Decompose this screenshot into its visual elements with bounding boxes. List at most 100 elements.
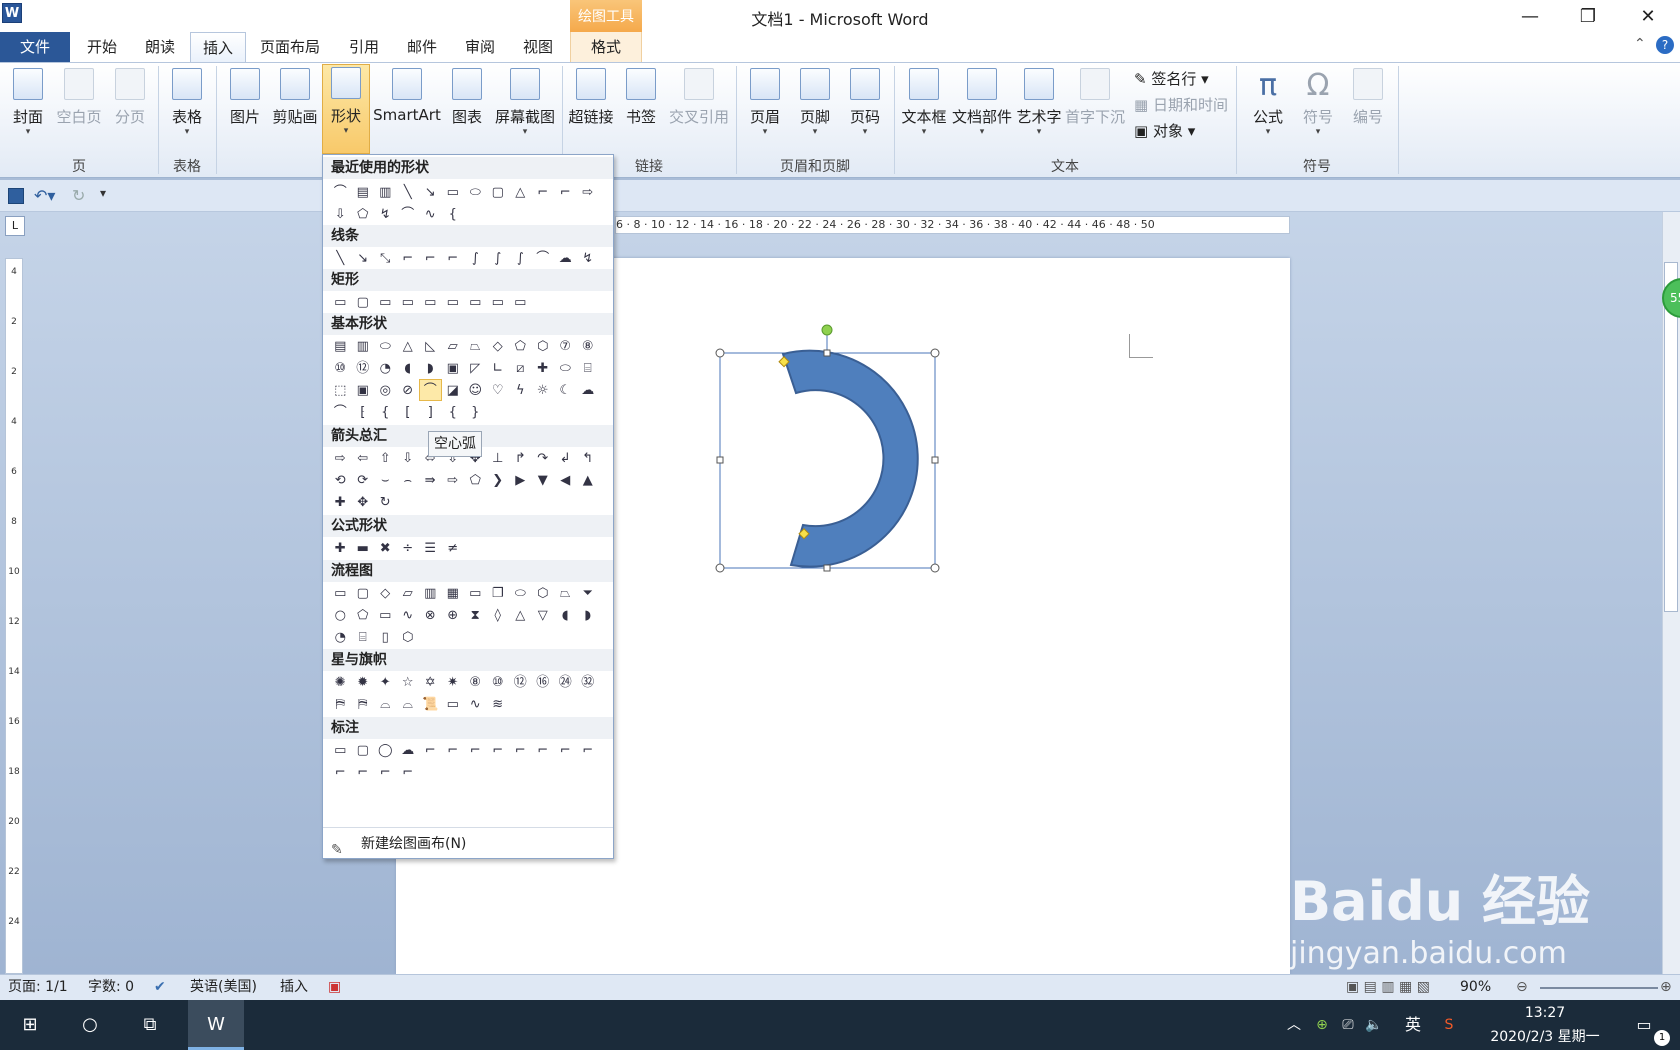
up-arrow-shape-icon[interactable]: ⇧	[374, 447, 397, 469]
left-bracket-shape-icon[interactable]: [	[397, 401, 420, 423]
right-bracket-shape-icon[interactable]: ]	[419, 401, 442, 423]
language-indicator[interactable]: 英语(美国)	[190, 975, 257, 1001]
left-right-arrow-callout-shape-icon[interactable]: ✚	[329, 491, 352, 513]
bent-up-arrow-shape-icon[interactable]: ↰	[577, 447, 600, 469]
flowchart-decision-icon[interactable]: ◇	[374, 582, 397, 604]
zoom-level[interactable]: 90%	[1460, 975, 1491, 1001]
down-arrow-callout-shape-icon[interactable]: ▼	[532, 469, 555, 491]
scribble-shape-icon[interactable]: ↯	[577, 247, 600, 269]
double-bracket-shape-icon[interactable]: ⁅	[352, 401, 375, 423]
curved-right-arrow-shape-icon[interactable]: ⟲	[329, 469, 352, 491]
equal-sign-shape-icon[interactable]: ☰	[419, 537, 442, 559]
vertical-scroll-shape-icon[interactable]: 📜	[419, 693, 442, 715]
flowchart-document-icon[interactable]: ▭	[464, 582, 487, 604]
left-brace-shape-icon[interactable]: {	[442, 401, 465, 423]
star6-shape-icon[interactable]: ✡	[419, 671, 442, 693]
numbering-button[interactable]: 编号	[1346, 66, 1390, 146]
division-sign-shape-icon[interactable]: ÷	[397, 537, 420, 559]
brace-shape-icon[interactable]: {	[442, 203, 465, 225]
left-up-arrow-shape-icon[interactable]: ↲	[554, 447, 577, 469]
oval-shape-icon[interactable]: ⬭	[374, 335, 397, 357]
word-taskbar-icon[interactable]: W	[188, 1000, 244, 1050]
frame-shape-icon[interactable]: ▣	[442, 357, 465, 379]
trapezoid-shape-icon[interactable]: ⏢	[464, 335, 487, 357]
l-shape-icon[interactable]: ∟	[487, 357, 510, 379]
undo-icon[interactable]: ↶▾	[34, 186, 55, 205]
round-same-side-rect-shape-icon[interactable]: ▭	[487, 291, 510, 313]
cross-reference-button[interactable]: 交叉引用	[666, 66, 732, 146]
flowchart-merge-icon[interactable]: ▽	[532, 604, 555, 626]
oval-callout-icon[interactable]: ◯	[374, 739, 397, 761]
dodecagon-shape-icon[interactable]: ⑫	[352, 357, 375, 379]
double-arrow-line-shape-icon[interactable]: ⤡	[374, 247, 397, 269]
tab-read-aloud[interactable]: 朗读	[136, 32, 184, 62]
plus-sign-shape-icon[interactable]: ✚	[329, 537, 352, 559]
star12-shape-icon[interactable]: ⑫	[509, 671, 532, 693]
bevel-shape-icon[interactable]: ▣	[352, 379, 375, 401]
down-arrow-shape-icon[interactable]: ⇩	[397, 447, 420, 469]
heptagon-shape-icon[interactable]: ⑦	[554, 335, 577, 357]
close-button[interactable]: ✕	[1620, 0, 1676, 34]
bookmark-button[interactable]: 书签	[620, 66, 662, 146]
down-ribbon-shape-icon[interactable]: ⛿	[352, 693, 375, 715]
tab-insert[interactable]: 插入	[190, 32, 246, 62]
tab-page-layout[interactable]: 页面布局	[254, 32, 326, 62]
wave-shape-icon[interactable]: ∿	[419, 203, 442, 225]
star10-shape-icon[interactable]: ⑩	[487, 671, 510, 693]
flowchart-summing-junction-icon[interactable]: ⊗	[419, 604, 442, 626]
snip-corner-rect-shape-icon[interactable]: ▭	[374, 291, 397, 313]
line-callout2-noborder-icon[interactable]: ⌐	[577, 739, 600, 761]
flowchart-extract-icon[interactable]: △	[509, 604, 532, 626]
flowchart-multidocument-icon[interactable]: ❐	[487, 582, 510, 604]
horizontal-ruler[interactable]: 6 · 8 · 10 · 12 · 14 · 16 · 18 · 20 · 22…	[615, 216, 1290, 234]
left-right-up-arrow-shape-icon[interactable]: ⊥	[487, 447, 510, 469]
collapse-ribbon-icon[interactable]: ⌃	[1634, 36, 1646, 52]
tab-mailings[interactable]: 邮件	[398, 32, 446, 62]
left-arrow-callout-shape-icon[interactable]: ◀	[554, 469, 577, 491]
snip-diagonal-rect-shape-icon[interactable]: ▭	[419, 291, 442, 313]
line-callout3-accent-icon[interactable]: ⌐	[532, 739, 555, 761]
pentagon-shape-icon[interactable]: ⬠	[509, 335, 532, 357]
up-arrow-callout-shape-icon[interactable]: ▲	[577, 469, 600, 491]
flowchart-offpage-connector-icon[interactable]: ⬠	[352, 604, 375, 626]
curved-connector-shape-icon[interactable]: ∫	[464, 247, 487, 269]
search-icon[interactable]: ○	[70, 1000, 110, 1050]
elbow-arrow-shape-icon[interactable]: ⌐	[554, 181, 577, 203]
curved-double-arrow-shape-icon[interactable]: ∫	[509, 247, 532, 269]
snip-round-rect-shape-icon[interactable]: ▭	[442, 291, 465, 313]
octagon-shape-icon[interactable]: ⑧	[577, 335, 600, 357]
picture-button[interactable]: 图片	[222, 66, 268, 146]
circular-arrow-shape-icon[interactable]: ↻	[374, 491, 397, 513]
textbox-shape-icon[interactable]: ▤	[329, 335, 352, 357]
curved-down-ribbon-shape-icon[interactable]: ⌓	[397, 693, 420, 715]
star8-shape-icon[interactable]: ⑧	[464, 671, 487, 693]
flowchart-sequential-access-icon[interactable]: ◔	[329, 626, 352, 648]
rectangle-shape-icon[interactable]: ▭	[329, 291, 352, 313]
header-button[interactable]: 页眉 ▾	[744, 66, 786, 146]
shapes-button[interactable]: 形状 ▾	[322, 64, 370, 154]
rectangle-shape-icon[interactable]: ▭	[442, 181, 465, 203]
clipart-button[interactable]: 剪贴画	[270, 66, 320, 146]
quad-arrow-callout-shape-icon[interactable]: ✥	[352, 491, 375, 513]
minus-sign-shape-icon[interactable]: ▬	[352, 537, 375, 559]
wave-banner-shape-icon[interactable]: ∿	[464, 693, 487, 715]
line-callout1-accent-icon[interactable]: ⌐	[487, 739, 510, 761]
freeform-shape-icon[interactable]: ☁	[554, 247, 577, 269]
up-ribbon-shape-icon[interactable]: ⛿	[329, 693, 352, 715]
elbow-connector-shape-icon[interactable]: ⌐	[532, 181, 555, 203]
flowchart-magnetic-disk-icon[interactable]: ⌸	[352, 626, 375, 648]
decagon-shape-icon[interactable]: ⑩	[329, 357, 352, 379]
smiley-face-shape-icon[interactable]: ☺	[464, 379, 487, 401]
no-symbol-shape-icon[interactable]: ⊘	[397, 379, 420, 401]
curved-left-arrow-shape-icon[interactable]: ⟳	[352, 469, 375, 491]
zoom-in-icon[interactable]: ⊕	[1660, 975, 1672, 1001]
chart-button[interactable]: 图表	[446, 66, 488, 146]
flowchart-stored-data-icon[interactable]: ◖	[554, 604, 577, 626]
arrow-line-shape-icon[interactable]: ↘	[352, 247, 375, 269]
flowchart-delay-icon[interactable]: ◗	[577, 604, 600, 626]
table-button[interactable]: 表格 ▾	[164, 66, 210, 146]
line-callout2-accent-icon[interactable]: ⌐	[509, 739, 532, 761]
u-turn-arrow-shape-icon[interactable]: ↷	[532, 447, 555, 469]
line-callout1-icon[interactable]: ⌐	[419, 739, 442, 761]
triangle-shape-icon[interactable]: △	[397, 335, 420, 357]
